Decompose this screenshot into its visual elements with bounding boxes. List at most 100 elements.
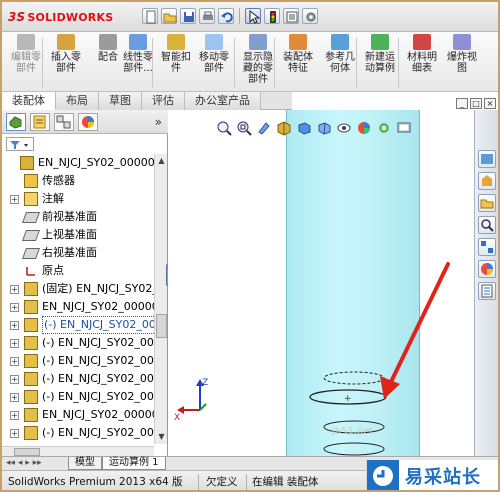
appearances-icon[interactable] — [478, 260, 496, 278]
tree-item[interactable]: + (-) EN_NJCJ_SY02_0000 — [2, 388, 154, 406]
ribbon-button-label: 显示隐 藏的零 部件 — [243, 52, 273, 85]
ribbon-button-edit-part[interactable]: 编辑零 部件 — [6, 34, 46, 74]
configuration-manager-icon[interactable] — [54, 113, 74, 131]
traffic-light-icon[interactable] — [264, 8, 280, 24]
undo-icon[interactable] — [218, 8, 234, 24]
tab-1[interactable]: 布局 — [56, 92, 99, 110]
tree-item[interactable]: + EN_NJCJ_SY02_000007 — [2, 406, 154, 424]
tree-item[interactable]: EN_NJCJ_SY02_000000扭力 — [2, 154, 154, 172]
scroll-thumb[interactable] — [156, 314, 167, 338]
view-palette-icon[interactable] — [478, 238, 496, 256]
tab-2[interactable]: 草图 — [99, 92, 142, 110]
tree-item-label: 传感器 — [42, 174, 75, 187]
tree-item[interactable]: 前视基准面 — [2, 208, 154, 226]
expand-toggle-icon[interactable]: + — [10, 195, 19, 204]
ribbon-button-show-hidden[interactable]: 显示隐 藏的零 部件 — [238, 34, 278, 85]
graphics-area[interactable]: + Z X — [168, 110, 474, 456]
search-icon[interactable] — [478, 216, 496, 234]
design-library-icon[interactable] — [478, 172, 496, 190]
tree-item-label: (-) EN_NJCJ_SY02_0000 — [42, 372, 154, 385]
expand-toggle-icon[interactable]: + — [10, 375, 19, 384]
ribbon-button-new-motion-study[interactable]: 新建运 动算例 — [360, 34, 400, 74]
tree-item[interactable]: + (-) EN_NJCJ_SY02_0000 — [2, 316, 154, 334]
ribbon-button-label: 装配体 特征 — [283, 52, 313, 74]
custom-properties-icon[interactable] — [478, 282, 496, 300]
expand-toggle-icon[interactable]: + — [10, 429, 19, 438]
expand-toggle-icon[interactable]: + — [10, 393, 19, 402]
tab-4[interactable]: 办公室产品 — [185, 92, 261, 110]
tree-item[interactable]: +EN_NJCJ_SY02_0000 — [2, 442, 154, 444]
h-scroll-thumb[interactable] — [14, 448, 40, 456]
tree-filter-dropdown[interactable] — [6, 137, 34, 151]
linear-pattern-icon — [129, 34, 147, 50]
feature-manager-icon[interactable] — [6, 113, 26, 131]
tree-item[interactable]: + (-) EN_NJCJ_SY02_0000 — [2, 334, 154, 352]
component-icon — [24, 336, 38, 350]
tree-item[interactable]: + (固定) EN_NJCJ_SY02_0 — [2, 280, 154, 298]
tree-item-label: 上视基准面 — [42, 228, 97, 241]
print-icon[interactable] — [199, 8, 215, 24]
tree-item[interactable]: 传感器 — [2, 172, 154, 190]
tree-item[interactable]: 上视基准面 — [2, 226, 154, 244]
ribbon-button-smart-fasteners[interactable]: 智能扣 件 — [156, 34, 196, 74]
tab-model[interactable]: 模型 — [68, 457, 102, 470]
expand-toggle-icon[interactable]: + — [10, 357, 19, 366]
panel-more-chevron[interactable]: » — [155, 115, 162, 129]
tree-item[interactable]: + (-) EN_NJCJ_SY02_0000 — [2, 424, 154, 442]
new-document-icon[interactable] — [142, 8, 158, 24]
file-properties-icon[interactable] — [283, 8, 299, 24]
options-gear-icon[interactable] — [302, 8, 318, 24]
tree-item[interactable]: + EN_NJCJ_SY02_000005 — [2, 298, 154, 316]
ribbon-button-reference-geometry[interactable]: 参考几 何体 — [320, 34, 360, 74]
solidworks-resources-icon[interactable] — [478, 150, 496, 168]
scroll-up-icon[interactable]: ▲ — [157, 156, 166, 166]
mate-icon — [99, 34, 117, 50]
scroll-down-icon[interactable]: ▼ — [157, 432, 166, 442]
watermark-box: 易采站长站 — [366, 460, 498, 490]
ribbon-button-label: 爆炸视 图 — [447, 52, 477, 74]
tree-item[interactable]: + 注解 — [2, 190, 154, 208]
close-button[interactable]: × — [484, 98, 496, 109]
ribbon-button-move-component[interactable]: 移动零 部件 — [194, 34, 234, 74]
ribbon-button-exploded-view[interactable]: 爆炸视 图 — [442, 34, 482, 74]
open-folder-icon[interactable] — [161, 8, 177, 24]
ribbon-button-bill-of-materials[interactable]: 材料明 细表 — [402, 34, 442, 74]
expand-toggle-icon[interactable]: + — [10, 285, 19, 294]
property-manager-icon[interactable] — [30, 113, 50, 131]
tree-horizontal-scrollbar[interactable] — [2, 446, 154, 456]
ribbon-button-label: 编辑零 部件 — [11, 52, 41, 74]
panel-tabs: » — [2, 110, 168, 134]
expand-toggle-icon[interactable]: + — [10, 303, 19, 312]
watermark-url: jb51.net — [332, 426, 374, 437]
tree-item[interactable]: + (-) EN_NJCJ_SY02_0000 — [2, 352, 154, 370]
display-manager-icon[interactable] — [78, 113, 98, 131]
restore-button[interactable]: □ — [470, 98, 482, 109]
tree-vertical-scrollbar[interactable]: ▲ ▼ — [154, 154, 167, 444]
tree-item[interactable]: + (-) EN_NJCJ_SY02_0000 — [2, 370, 154, 388]
new-motion-study-icon — [371, 34, 389, 50]
expand-toggle-icon[interactable]: + — [10, 411, 19, 420]
tab-nav-icons[interactable]: ◂◂ ◂ ▸ ▸▸ — [6, 458, 42, 468]
red-annotation-arrow — [388, 262, 450, 386]
origin-icon — [24, 264, 38, 278]
save-icon[interactable] — [180, 8, 196, 24]
plane-icon — [21, 212, 41, 223]
ribbon-button-insert-components[interactable]: 插入零 部件 — [46, 34, 86, 74]
tree-item-label: EN_NJCJ_SY02_0000 — [42, 442, 152, 444]
tab-0[interactable]: 装配体 — [2, 92, 56, 110]
tab-motion-study-1[interactable]: 运动算例 1 — [102, 457, 166, 470]
select-arrow-icon[interactable] — [245, 8, 261, 24]
tree-item[interactable]: 右视基准面 — [2, 244, 154, 262]
tree-item[interactable]: 原点 — [2, 262, 154, 280]
minimize-button[interactable]: _ — [456, 98, 468, 109]
command-manager: 编辑零 部件 插入零 部件 配合 线性零 部件... 智能扣 件移动零 部件 显示隐 藏的… — [2, 32, 498, 92]
tab-3[interactable]: 评估 — [142, 92, 185, 110]
expand-toggle-icon[interactable]: + — [10, 321, 19, 330]
tree-item-label: (固定) EN_NJCJ_SY02_0 — [42, 282, 154, 295]
file-explorer-icon[interactable] — [478, 194, 496, 212]
ribbon-button-assembly-features[interactable]: 装配体 特征 — [278, 34, 318, 74]
reference-geometry-icon — [331, 34, 349, 50]
smart-fasteners-icon — [167, 34, 185, 50]
component-icon — [24, 372, 38, 386]
expand-toggle-icon[interactable]: + — [10, 339, 19, 348]
